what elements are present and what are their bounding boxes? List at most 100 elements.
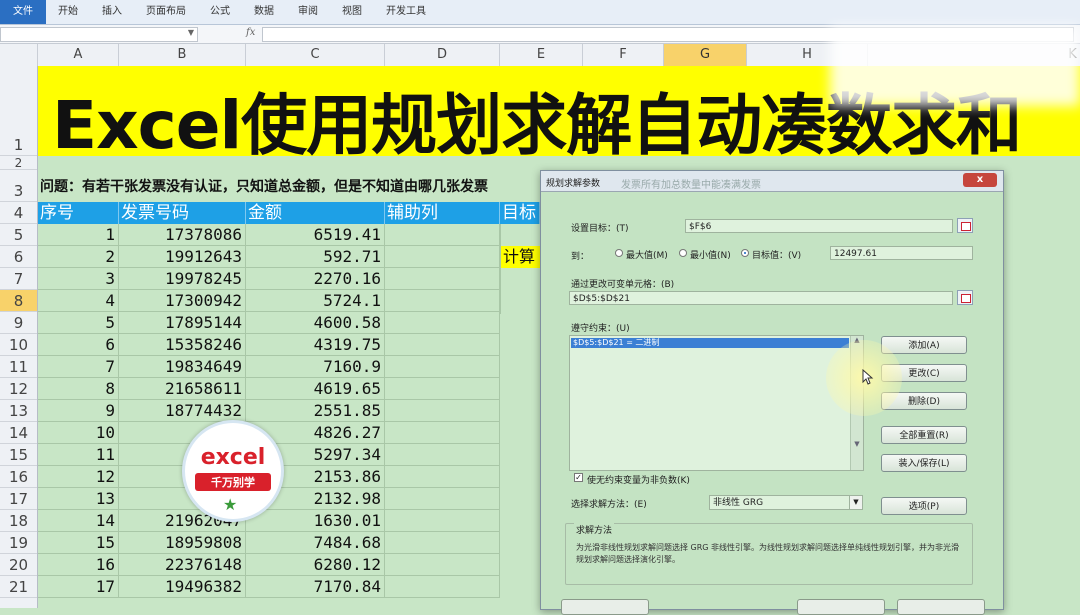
- cell-amount[interactable]: 2270.16: [246, 268, 385, 290]
- header-helper[interactable]: 辅助列: [385, 202, 500, 224]
- row-header-16[interactable]: 16: [0, 466, 37, 488]
- cell-helper[interactable]: [385, 356, 500, 378]
- cell-invoice[interactable]: 22376148: [119, 554, 246, 576]
- tab-view[interactable]: 视图: [330, 0, 374, 24]
- cell-helper[interactable]: [385, 554, 500, 576]
- cell-seq[interactable]: 12: [38, 466, 119, 488]
- cell-seq[interactable]: 3: [38, 268, 119, 290]
- radio-max[interactable]: [615, 249, 623, 257]
- cell-seq[interactable]: 8: [38, 378, 119, 400]
- cell-helper[interactable]: [385, 224, 500, 246]
- row-header-9[interactable]: 9: [0, 312, 37, 334]
- cell-seq[interactable]: 10: [38, 422, 119, 444]
- name-box[interactable]: ▼: [0, 27, 198, 42]
- header-target[interactable]: 目标: [500, 202, 540, 224]
- cell-amount[interactable]: 7160.9: [246, 356, 385, 378]
- column-header-e[interactable]: E: [500, 44, 583, 66]
- constraints-list[interactable]: $D$5:$D$21 = 二进制 ▲▼: [569, 335, 864, 471]
- cell-helper[interactable]: [385, 466, 500, 488]
- cell-helper[interactable]: [385, 422, 500, 444]
- cell-invoice[interactable]: 17895144: [119, 312, 246, 334]
- tab-data[interactable]: 数据: [242, 0, 286, 24]
- calc-label[interactable]: 计算: [500, 246, 540, 268]
- cell-seq[interactable]: 11: [38, 444, 119, 466]
- row-header-20[interactable]: 20: [0, 554, 37, 576]
- column-header-b[interactable]: B: [119, 44, 246, 66]
- cell-helper[interactable]: [385, 378, 500, 400]
- cell-seq[interactable]: 9: [38, 400, 119, 422]
- fx-icon[interactable]: fx: [246, 27, 255, 38]
- close-dialog-button[interactable]: [897, 599, 985, 615]
- cell-helper[interactable]: [385, 312, 500, 334]
- radio-min[interactable]: [679, 249, 687, 257]
- cell-amount[interactable]: 1630.01: [246, 510, 385, 532]
- constraint-item[interactable]: $D$5:$D$21 = 二进制: [571, 338, 849, 348]
- select-all-corner[interactable]: [0, 44, 38, 66]
- cell-amount[interactable]: 592.71: [246, 246, 385, 268]
- cell-invoice[interactable]: 17300942: [119, 290, 246, 312]
- cell-invoice[interactable]: 18959808: [119, 532, 246, 554]
- chevron-down-icon[interactable]: ▼: [188, 28, 194, 37]
- column-header-f[interactable]: F: [583, 44, 664, 66]
- cell-helper[interactable]: [385, 532, 500, 554]
- load-save-button[interactable]: 装入/保存(L): [881, 454, 967, 472]
- cell-helper[interactable]: [385, 488, 500, 510]
- row-header-18[interactable]: 18: [0, 510, 37, 532]
- solve-button[interactable]: [797, 599, 885, 615]
- close-button[interactable]: x: [963, 173, 997, 187]
- cell-helper[interactable]: [385, 576, 500, 598]
- radio-value[interactable]: [741, 249, 749, 257]
- cell-helper[interactable]: [385, 334, 500, 356]
- reset-all-button[interactable]: 全部重置(R): [881, 426, 967, 444]
- add-button[interactable]: 添加(A): [881, 336, 967, 354]
- cell-amount[interactable]: 5724.1: [246, 290, 385, 312]
- row-header-1[interactable]: 1: [0, 66, 37, 156]
- cell-amount[interactable]: 6519.41: [246, 224, 385, 246]
- cell-helper[interactable]: [385, 290, 500, 312]
- row-header-13[interactable]: 13: [0, 400, 37, 422]
- row-header-17[interactable]: 17: [0, 488, 37, 510]
- cell-seq[interactable]: 2: [38, 246, 119, 268]
- cell-invoice[interactable]: 15358246: [119, 334, 246, 356]
- chevron-down-icon[interactable]: ▼: [849, 496, 862, 509]
- method-select[interactable]: 非线性 GRG ▼: [709, 495, 863, 510]
- column-header-a[interactable]: A: [38, 44, 119, 66]
- cell-seq[interactable]: 16: [38, 554, 119, 576]
- row-header-11[interactable]: 11: [0, 356, 37, 378]
- cell-invoice[interactable]: 19834649: [119, 356, 246, 378]
- cell-seq[interactable]: 7: [38, 356, 119, 378]
- cell-amount[interactable]: 4619.65: [246, 378, 385, 400]
- row-header-7[interactable]: 7: [0, 268, 37, 290]
- cell-invoice[interactable]: 18774432: [119, 400, 246, 422]
- tab-home[interactable]: 开始: [46, 0, 90, 24]
- tab-review[interactable]: 审阅: [286, 0, 330, 24]
- cell-invoice[interactable]: 19978245: [119, 268, 246, 290]
- tab-page-layout[interactable]: 页面布局: [134, 0, 198, 24]
- cell-amount[interactable]: 7170.84: [246, 576, 385, 598]
- tab-insert[interactable]: 插入: [90, 0, 134, 24]
- cell-seq[interactable]: 4: [38, 290, 119, 312]
- cell-seq[interactable]: 5: [38, 312, 119, 334]
- row-header-3[interactable]: 3: [0, 170, 37, 202]
- cell-invoice[interactable]: 19912643: [119, 246, 246, 268]
- cell-seq[interactable]: 1: [38, 224, 119, 246]
- header-amount[interactable]: 金额: [246, 202, 385, 224]
- help-button[interactable]: [561, 599, 649, 615]
- row-header-5[interactable]: 5: [0, 224, 37, 246]
- tab-formulas[interactable]: 公式: [198, 0, 242, 24]
- tab-developer[interactable]: 开发工具: [374, 0, 438, 24]
- cell-amount[interactable]: 4600.58: [246, 312, 385, 334]
- objective-input[interactable]: $F$6: [685, 219, 953, 233]
- header-invoice[interactable]: 发票号码: [119, 202, 246, 224]
- tab-file[interactable]: 文件: [0, 0, 46, 24]
- cell-seq[interactable]: 15: [38, 532, 119, 554]
- cell-helper[interactable]: [385, 510, 500, 532]
- row-header-14[interactable]: 14: [0, 422, 37, 444]
- cell-seq[interactable]: 13: [38, 488, 119, 510]
- row-header-4[interactable]: 4: [0, 202, 37, 224]
- cell-invoice[interactable]: 19496382: [119, 576, 246, 598]
- options-button[interactable]: 选项(P): [881, 497, 967, 515]
- cell-helper[interactable]: [385, 400, 500, 422]
- column-header-c[interactable]: C: [246, 44, 385, 66]
- question-text[interactable]: 问题：有若干张发票没有认证，只知道总金额，但是不知道由哪几张发票: [40, 176, 488, 196]
